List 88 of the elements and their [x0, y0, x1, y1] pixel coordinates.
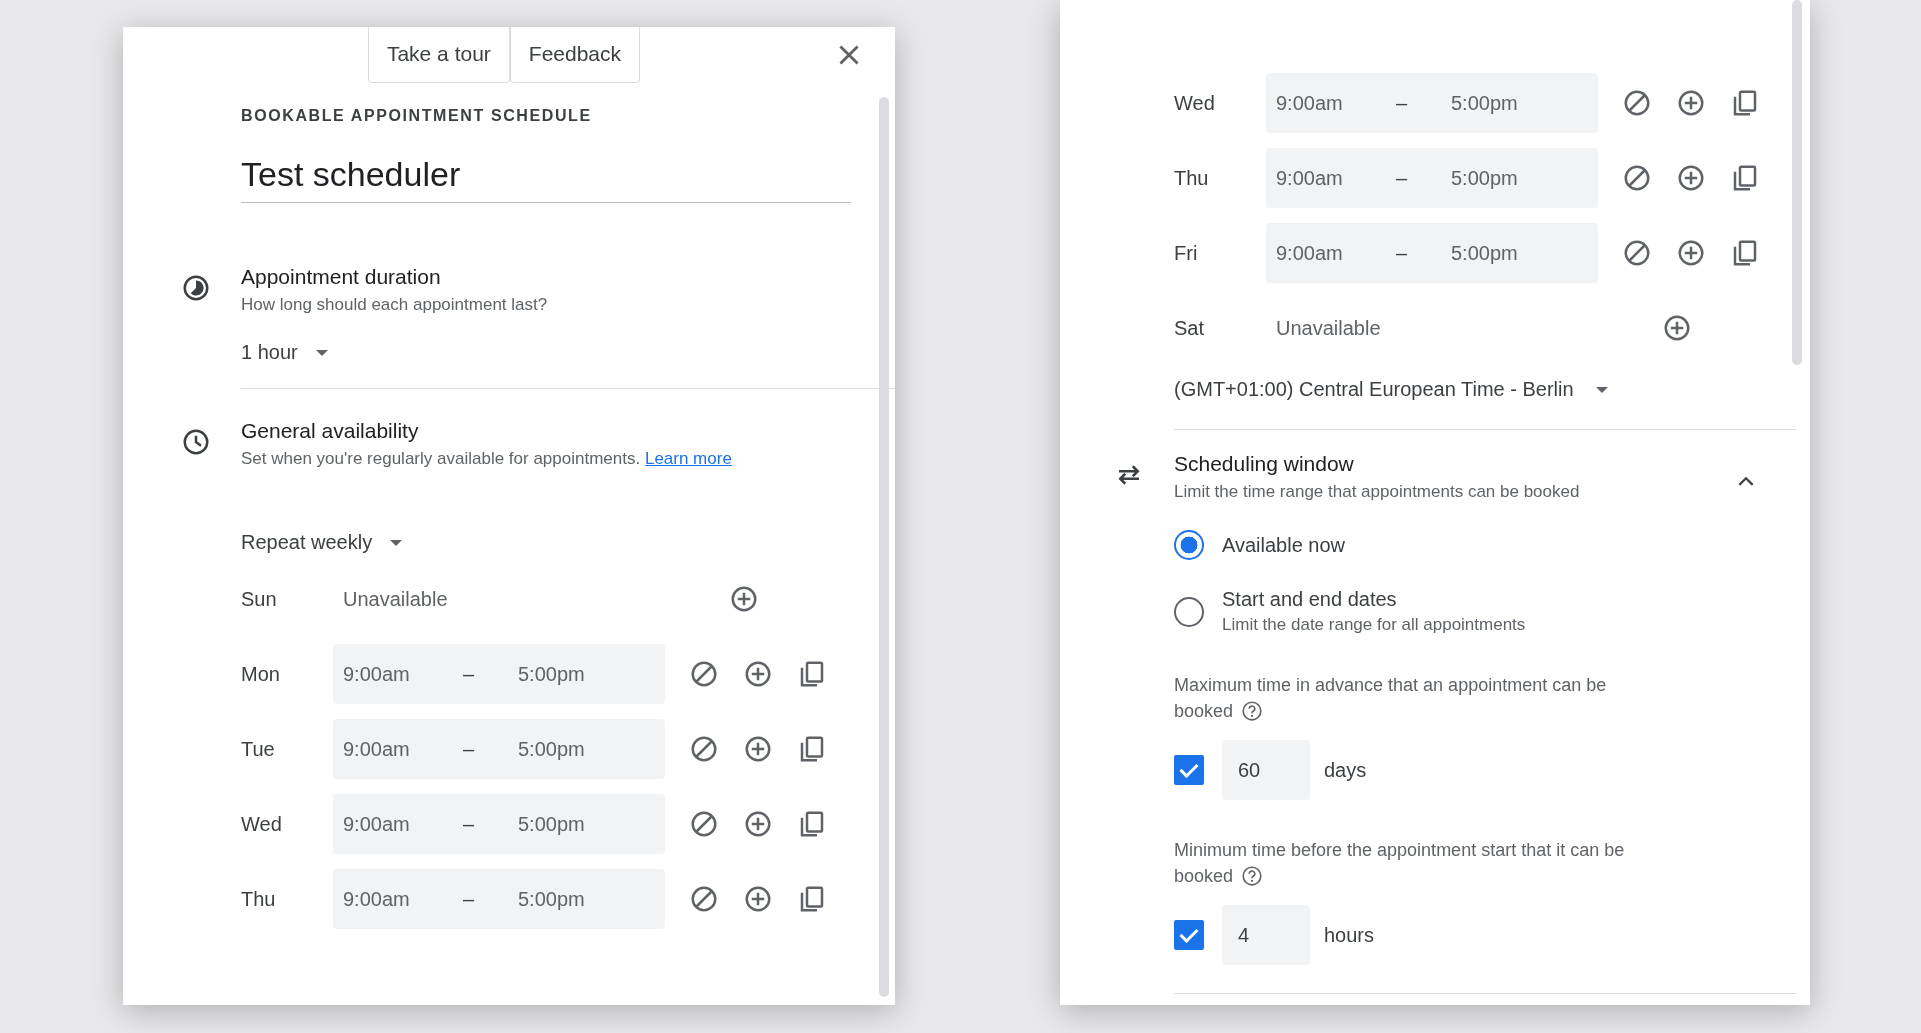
start-time-field[interactable]: 9:00am [333, 812, 463, 836]
timezone-dropdown[interactable]: (GMT+01:00) Central European Time - Berlin [1174, 378, 1574, 401]
unavailable-icon[interactable] [689, 884, 719, 914]
dropdown-caret-icon[interactable] [315, 349, 328, 356]
radio-button[interactable] [1174, 530, 1204, 560]
option-label: Available now [1222, 533, 1346, 557]
repeat-dropdown[interactable]: Repeat weekly [241, 531, 373, 554]
dropdown-caret-icon[interactable] [1595, 386, 1608, 393]
day-label: Sat [1174, 316, 1206, 340]
end-time-field[interactable]: 5:00pm [1441, 241, 1571, 265]
duration-dropdown[interactable]: 1 hour [241, 341, 298, 364]
start-time-field[interactable]: 9:00am [333, 887, 463, 911]
day-label: Fri [1174, 241, 1199, 265]
add-icon[interactable] [743, 884, 773, 914]
limit-label: booked [1174, 865, 1234, 887]
learn-more-link[interactable]: Learn more [644, 449, 732, 468]
option-description: Limit the date range for all appointments [1222, 615, 1526, 635]
unavailable-icon[interactable] [689, 659, 719, 689]
section-label: BOOKABLE APPOINTMENT SCHEDULE [241, 107, 593, 125]
start-time-field[interactable]: 9:00am [1266, 166, 1396, 190]
title-field[interactable]: Test scheduler [241, 155, 851, 203]
start-time-field[interactable]: 9:00am [333, 662, 463, 686]
clock-icon [181, 427, 211, 457]
start-time-field[interactable]: 9:00am [1266, 91, 1396, 115]
help-icon[interactable] [1241, 865, 1264, 887]
end-time-field[interactable]: 5:00pm [1441, 91, 1571, 115]
section-description: How long should each appointment last? [241, 295, 548, 315]
time-separator: – [463, 737, 476, 761]
add-icon[interactable] [729, 584, 759, 614]
unit-label: hours [1324, 923, 1375, 947]
section-heading: Scheduling window [1174, 452, 1355, 476]
add-icon[interactable] [743, 809, 773, 839]
unavailable-icon[interactable] [1622, 88, 1652, 118]
number-field[interactable]: 60 [1222, 740, 1310, 800]
day-label: Tue [241, 737, 276, 761]
section-description: Set when you're regularly available for appointments. Learn more [241, 448, 733, 470]
end-time-field[interactable]: 5:00pm [508, 737, 638, 761]
unavailable-icon[interactable] [689, 734, 719, 764]
section-description: Limit the time range that appointments can be booked [1174, 482, 1580, 502]
option-label: Start and end dates [1222, 588, 1398, 611]
add-icon[interactable] [1662, 313, 1692, 343]
scrollbar[interactable] [879, 97, 889, 997]
day-label: Sun [241, 587, 278, 611]
unavailable-text: Unavailable [342, 587, 449, 611]
unavailable-icon[interactable] [1622, 163, 1652, 193]
add-icon[interactable] [1676, 238, 1706, 268]
close-icon[interactable] [839, 45, 859, 65]
time-separator: – [1396, 91, 1409, 115]
day-label: Mon [241, 662, 281, 686]
limit-label: Maximum time in advance that an appointment can be [1174, 675, 1608, 696]
time-separator: – [1396, 166, 1409, 190]
checkbox[interactable] [1174, 755, 1204, 785]
scrollbar[interactable] [1792, 0, 1802, 365]
add-icon[interactable] [743, 734, 773, 764]
unavailable-text: Unavailable [1275, 316, 1382, 340]
time-separator: – [463, 662, 476, 686]
unavailable-icon[interactable] [1622, 238, 1652, 268]
start-time-field[interactable]: 9:00am [333, 737, 463, 761]
collapse-chevron-icon[interactable] [1738, 476, 1754, 486]
limit-label: Minimum time before the appointment start that it can be [1174, 840, 1626, 861]
time-separator: – [463, 812, 476, 836]
day-label: Wed [1174, 91, 1216, 115]
end-time-field[interactable]: 5:00pm [508, 812, 638, 836]
section-heading: General availability [241, 419, 420, 443]
end-time-field[interactable]: 5:00pm [508, 887, 638, 911]
time-separator: – [463, 887, 476, 911]
timer-icon [181, 273, 211, 303]
time-separator: – [1396, 241, 1409, 265]
add-icon[interactable] [1676, 163, 1706, 193]
number-field[interactable]: 4 [1222, 905, 1310, 965]
checkbox[interactable] [1174, 920, 1204, 950]
radio-button[interactable] [1174, 596, 1204, 627]
top-button[interactable]: Feedback [509, 27, 641, 83]
start-time-field[interactable]: 9:00am [1266, 241, 1396, 265]
unit-label: days [1324, 758, 1367, 782]
section-heading: Appointment duration [241, 265, 442, 289]
add-icon[interactable] [1676, 88, 1706, 118]
dropdown-caret-icon[interactable] [390, 539, 403, 546]
day-label: Thu [241, 887, 277, 911]
unavailable-icon[interactable] [689, 809, 719, 839]
end-time-field[interactable]: 5:00pm [1441, 166, 1571, 190]
end-time-field[interactable]: 5:00pm [508, 662, 638, 686]
top-button[interactable]: Take a tour [367, 27, 510, 83]
day-label: Wed [241, 812, 283, 836]
day-label: Thu [1174, 166, 1210, 190]
limit-label: booked [1174, 700, 1234, 722]
help-icon[interactable] [1241, 700, 1264, 722]
add-icon[interactable] [743, 659, 773, 689]
